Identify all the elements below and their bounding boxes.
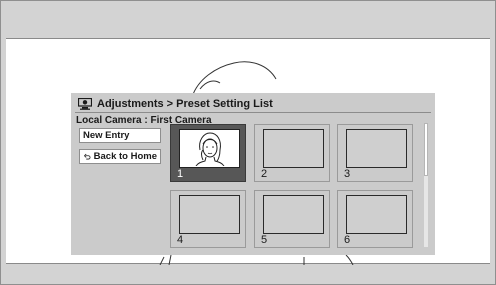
back-to-home-button[interactable]: Back to Home bbox=[79, 149, 161, 164]
camera-icon bbox=[78, 98, 92, 110]
preset-tile-4[interactable]: 4 bbox=[170, 190, 246, 248]
new-entry-label: New Entry bbox=[83, 130, 130, 141]
preset-number: 5 bbox=[261, 234, 268, 246]
preset-thumbnail bbox=[179, 195, 240, 234]
panel-title: Adjustments > Preset Setting List bbox=[78, 97, 273, 111]
scrollbar-thumb[interactable] bbox=[424, 123, 428, 176]
preset-tile-6[interactable]: 6 bbox=[337, 190, 413, 248]
preset-number: 4 bbox=[177, 234, 184, 246]
panel-title-text: Adjustments > Preset Setting List bbox=[97, 98, 273, 110]
preset-thumbnail bbox=[346, 129, 407, 168]
preset-list-panel: Adjustments > Preset Setting List Local … bbox=[71, 93, 435, 255]
preset-thumbnail bbox=[346, 195, 407, 234]
preset-tile-1[interactable]: 1 bbox=[170, 124, 246, 182]
new-entry-button[interactable]: New Entry bbox=[79, 128, 161, 143]
preset-thumbnail bbox=[179, 129, 240, 168]
preset-number: 1 bbox=[177, 168, 184, 180]
preset-tile-3[interactable]: 3 bbox=[337, 124, 413, 182]
preset-number: 3 bbox=[344, 168, 351, 180]
person-portrait-icon bbox=[195, 132, 225, 166]
title-divider bbox=[75, 112, 431, 113]
preset-number: 2 bbox=[261, 168, 268, 180]
return-arrow-icon bbox=[84, 153, 91, 160]
preset-thumbnail bbox=[263, 195, 324, 234]
preset-tile-2[interactable]: 2 bbox=[254, 124, 330, 182]
preset-thumbnail bbox=[263, 129, 324, 168]
back-to-home-label: Back to Home bbox=[93, 151, 157, 162]
preset-number: 6 bbox=[344, 234, 351, 246]
preset-tile-5[interactable]: 5 bbox=[254, 190, 330, 248]
